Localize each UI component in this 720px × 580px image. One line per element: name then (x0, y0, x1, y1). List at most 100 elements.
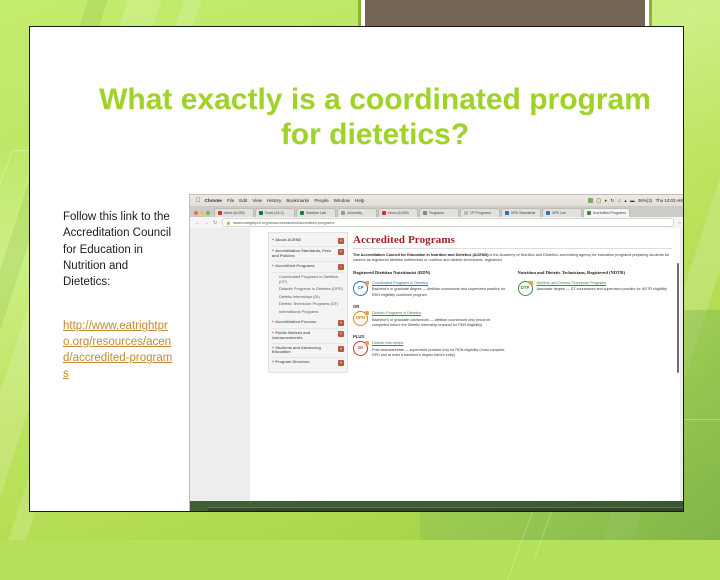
collapse-icon[interactable]: - (338, 263, 344, 270)
bluetooth-icon[interactable]: ♦ (605, 198, 607, 203)
sidebar-item-accredited-programs[interactable]: Accredited Programs - (272, 262, 345, 273)
expand-icon[interactable]: + (338, 360, 344, 367)
volume-icon[interactable]: ♫ (618, 198, 621, 203)
reload-icon[interactable]: ↻ (213, 220, 217, 226)
dpd-description: Bachelor's or graduate coursework — diet… (372, 317, 491, 327)
dpd-badge-icon: DPD (353, 310, 369, 327)
acend-link[interactable]: http://www.eatrightpro.org/resources/ace… (63, 318, 175, 382)
program-entry-di[interactable]: DI Dietetic Internships Post-baccalaurea… (353, 340, 508, 358)
expand-icon[interactable]: + (338, 238, 344, 244)
expand-icon[interactable]: + (338, 320, 344, 327)
menu-item-file[interactable]: File (227, 198, 234, 203)
sidebar-item-standards[interactable]: Accreditation Standards, Fees and Polici… (272, 247, 345, 262)
browser-tab[interactable]: University (337, 208, 377, 217)
dtp-badge-icon: DTP (517, 280, 533, 297)
sidebar-item-accreditation-process[interactable]: Accreditation Process + (272, 318, 345, 330)
browser-tab[interactable]: Programs (419, 208, 459, 217)
connector-plus: PLUS (353, 334, 365, 340)
cp-description: Bachelor's or graduate degree — dietitia… (372, 287, 506, 297)
tab-title: Accredited Programs (592, 211, 627, 215)
sidebar-item-program-directors[interactable]: Program Directors + (272, 358, 345, 368)
sidebar-subitem-di[interactable]: Dietetic Internships (DI) (279, 293, 345, 301)
dtp-link[interactable]: Nutrition and Dietetic Technician Progra… (537, 281, 667, 286)
sidebar-subitem-dpd[interactable]: Didactic Programs in Dietetics (DPD) (279, 286, 345, 294)
tab-favicon (587, 211, 591, 215)
sidebar-subitem-international[interactable]: International Programs (279, 308, 345, 316)
close-window-button[interactable] (194, 211, 198, 215)
column-ndtr: Nutrition and Dietetic Technicians, Regi… (517, 269, 673, 364)
page-viewport: About ACEND + Accreditation Standards, F… (190, 228, 683, 501)
program-entry-dpd[interactable]: DPD Didactic Programs in Dietetics Bache… (353, 310, 508, 328)
cp-link[interactable]: Coordinated Programs in Dietetics (372, 281, 508, 286)
sidebar-item-label: Accreditation Process (272, 319, 336, 325)
sidebar-subitem-cp[interactable]: Coordinated Programs in Dietetics (CP) (279, 274, 345, 286)
browser-tab[interactable]: Inbox (6,035) (378, 208, 418, 217)
battery-icon[interactable] (587, 198, 593, 203)
entry-text: Nutrition and Dietetic Technician Progra… (537, 281, 667, 296)
menu-item-history[interactable]: History (267, 198, 281, 203)
di-description: Post-baccalaureate — supervised practice… (372, 347, 505, 357)
di-link[interactable]: Dietetic Internships (372, 341, 508, 346)
heading-rule (353, 248, 672, 249)
entry-text: Coordinated Programs in Dietetics Bachel… (372, 281, 508, 298)
tab-favicon (341, 211, 345, 215)
dpd-link[interactable]: Didactic Programs in Dietetics (372, 311, 508, 316)
program-entry-cp[interactable]: CP Coordinated Programs in Dietetics Bac… (353, 280, 508, 298)
minimize-window-button[interactable] (200, 211, 204, 215)
entry-text: Didactic Programs in Dietetics Bachelor'… (372, 311, 508, 328)
tab-title: Excel (24.2) (264, 211, 284, 215)
address-bar[interactable]: 🔒 www.eatrightpro.org/resources/acend/ac… (222, 218, 674, 227)
program-entry-dtp[interactable]: DTP Nutrition and Dietetic Technician Pr… (517, 280, 673, 297)
menu-item-help[interactable]: Help (355, 198, 364, 203)
browser-tab[interactable]: Excel (24.2) (255, 208, 295, 217)
browser-tab[interactable]: CP Programs (460, 208, 500, 217)
apple-icon[interactable]:  (196, 198, 201, 204)
browser-tab[interactable]: Nutrition Lab (296, 208, 336, 217)
sidebar-item-label: Accreditation Standards, Fees and Polici… (272, 248, 336, 259)
page-scrollbar[interactable] (676, 263, 679, 373)
left-text-column: Follow this link to the Accreditation Co… (63, 209, 175, 382)
airplay-icon[interactable]: ▬ (630, 198, 634, 203)
zoom-window-button[interactable] (206, 211, 210, 215)
omnibox-right-icons: ☆ ◻ ⋮ (678, 220, 683, 226)
mac-dock: ☺ X P A6 ▶ A ♪ ◉ ◷ ◉ ◎ W 24 Σ ▤ ≈ ✿ ❞ ▬ … (208, 507, 682, 511)
sidebar-item-about-acend[interactable]: About ACEND + (272, 236, 345, 247)
battery-percent[interactable]: 36%(3) (638, 198, 652, 203)
mac-menu-bar:  Chrome File Edit View History Bookmark… (190, 195, 683, 206)
menu-item-people[interactable]: People (314, 198, 328, 203)
column-heading: Nutrition and Dietetic Technicians, Regi… (517, 269, 626, 275)
sidebar-item-students[interactable]: Students and Advancing Education + (272, 344, 345, 359)
content-intro-bold: The Accreditation Council for Education … (353, 252, 489, 257)
menu-item-view[interactable]: View (252, 198, 262, 203)
menu-bar-status-area: ◯ ♦ ↻ ♫ ▴ ▬ 36%(3) Thu 10:03 AM ⌕ ≡ (587, 198, 683, 204)
web-page: About ACEND + Accreditation Standards, F… (250, 228, 680, 501)
clock[interactable]: Thu 10:03 AM (656, 198, 683, 203)
star-icon[interactable]: ☆ (678, 220, 682, 226)
browser-tab[interactable]: DPD Standards (501, 208, 541, 217)
sidebar-subitem-dt[interactable]: Dietetic Technician Programs (DT) (279, 301, 345, 309)
tab-favicon (259, 211, 263, 215)
forward-arrow-icon[interactable]: → (204, 220, 209, 226)
menu-item-edit[interactable]: Edit (239, 198, 247, 203)
browser-tab-active[interactable]: Accredited Programs (583, 208, 631, 217)
expand-icon[interactable]: + (338, 331, 344, 338)
tab-title: Programs (428, 211, 445, 215)
expand-icon[interactable]: + (338, 249, 344, 255)
back-arrow-icon[interactable]: ← (195, 220, 200, 226)
expand-icon[interactable]: + (338, 345, 344, 352)
dropbox-icon[interactable]: ◯ (596, 198, 601, 204)
embedded-screenshot:  Chrome File Edit View History Bookmark… (190, 195, 683, 511)
browser-tab[interactable]: DPD List (542, 208, 582, 217)
browser-tab[interactable]: Inbox (6,035) (214, 208, 254, 217)
menu-item-window[interactable]: Window (334, 198, 350, 203)
tab-title: Inbox (6,035) (223, 211, 245, 215)
wifi-icon[interactable]: ▴ (624, 198, 626, 204)
menu-item-chrome[interactable]: Chrome (205, 198, 222, 203)
sidebar-item-public-notices[interactable]: Public Notices and Announcements + (272, 329, 345, 344)
menu-item-bookmarks[interactable]: Bookmarks (286, 198, 309, 203)
sync-icon[interactable]: ↻ (610, 198, 614, 204)
page-content: Accredited Programs The Accreditation Co… (353, 232, 672, 364)
sidebar-subnav: Coordinated Programs in Dietetics (CP) D… (272, 273, 345, 319)
column-rdn: Registered Dietitian Nutritionist (RDN) … (353, 270, 508, 364)
lock-icon: 🔒 (226, 220, 232, 225)
